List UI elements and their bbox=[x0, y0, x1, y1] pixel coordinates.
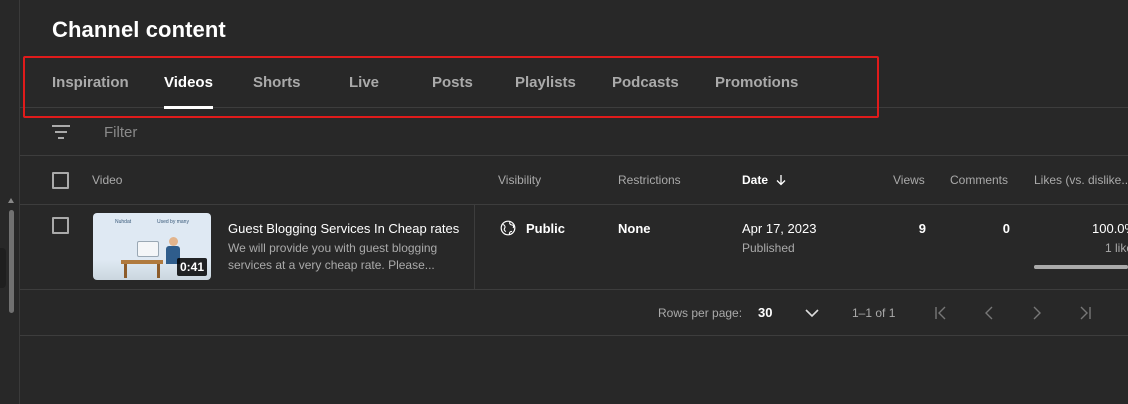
date-value: Apr 17, 2023 bbox=[742, 221, 817, 236]
previous-page-icon[interactable] bbox=[980, 304, 998, 322]
restrictions-value: None bbox=[618, 221, 651, 236]
scrollbar-thumb[interactable] bbox=[9, 210, 14, 313]
header-likes: Likes (vs. dislike... bbox=[1034, 173, 1128, 187]
comments-value: 0 bbox=[1002, 221, 1010, 236]
rows-per-page-select[interactable]: 30 bbox=[758, 305, 772, 320]
row-checkbox[interactable] bbox=[52, 217, 69, 234]
left-rail bbox=[0, 0, 20, 404]
table-header: Video Visibility Restrictions Date Views… bbox=[20, 156, 1128, 205]
last-page-icon[interactable] bbox=[1076, 304, 1094, 322]
tab-live[interactable]: Live bbox=[349, 58, 379, 108]
first-page-icon[interactable] bbox=[932, 304, 950, 322]
header-date-label: Date bbox=[742, 173, 769, 187]
filter-bar: Filter bbox=[20, 108, 1128, 156]
header-views: Views bbox=[893, 173, 925, 187]
tab-videos[interactable]: Videos bbox=[164, 58, 213, 109]
next-page-icon[interactable] bbox=[1028, 304, 1046, 322]
likes-ratio-fill bbox=[1034, 265, 1128, 269]
header-date[interactable]: Date bbox=[742, 173, 787, 187]
pagination-bar: Rows per page: 30 1–1 of 1 bbox=[20, 290, 1128, 336]
tab-playlists[interactable]: Playlists bbox=[515, 58, 576, 108]
header-restrictions: Restrictions bbox=[618, 173, 681, 187]
rows-per-page-label: Rows per page: bbox=[658, 306, 743, 320]
video-description: We will provide you with guest blogging … bbox=[228, 241, 438, 272]
video-thumbnail[interactable]: Nuhdat Used by many 0:41 bbox=[93, 213, 211, 280]
thumbnail-person bbox=[169, 237, 178, 246]
thumbnail-caption-right: Used by many bbox=[157, 219, 189, 225]
likes-percent: 100.0% bbox=[1092, 221, 1128, 236]
rail-handle bbox=[0, 248, 6, 288]
views-value: 9 bbox=[918, 221, 926, 236]
column-divider bbox=[474, 205, 475, 290]
header-comments: Comments bbox=[950, 173, 1009, 187]
visibility-value[interactable]: Public bbox=[526, 221, 565, 236]
video-title[interactable]: Guest Blogging Services In Cheap rates bbox=[228, 221, 459, 236]
thumbnail-monitor bbox=[137, 241, 159, 257]
likes-count: 1 like bbox=[1105, 241, 1128, 255]
tab-shorts[interactable]: Shorts bbox=[253, 58, 301, 108]
video-duration: 0:41 bbox=[176, 258, 207, 276]
sort-descending-icon bbox=[776, 175, 786, 186]
tab-posts[interactable]: Posts bbox=[432, 58, 473, 108]
pagination-range: 1–1 of 1 bbox=[852, 306, 896, 320]
filter-icon[interactable] bbox=[52, 125, 70, 139]
likes-ratio-bar bbox=[1034, 265, 1128, 269]
tab-podcasts[interactable]: Podcasts bbox=[612, 58, 679, 108]
tab-bar: Inspiration Videos Shorts Live Posts Pla… bbox=[20, 58, 1128, 109]
filter-input[interactable]: Filter bbox=[104, 124, 137, 141]
page-title: Channel content bbox=[52, 17, 226, 42]
header-visibility: Visibility bbox=[498, 173, 542, 187]
thumbnail-caption-left: Nuhdat bbox=[115, 219, 132, 225]
date-status: Published bbox=[742, 241, 795, 255]
tab-promotions[interactable]: Promotions bbox=[715, 58, 798, 108]
globe-icon bbox=[500, 220, 516, 236]
tab-inspiration[interactable]: Inspiration bbox=[52, 58, 129, 108]
header-video: Video bbox=[92, 173, 123, 187]
channel-content-panel: Channel content Inspiration Videos Short… bbox=[20, 0, 1128, 404]
table-row[interactable]: Nuhdat Used by many 0:41 Guest Blogging … bbox=[20, 205, 1128, 290]
select-all-checkbox[interactable] bbox=[52, 172, 69, 189]
scroll-up-icon[interactable] bbox=[8, 198, 14, 203]
chevron-down-icon[interactable] bbox=[803, 304, 821, 322]
